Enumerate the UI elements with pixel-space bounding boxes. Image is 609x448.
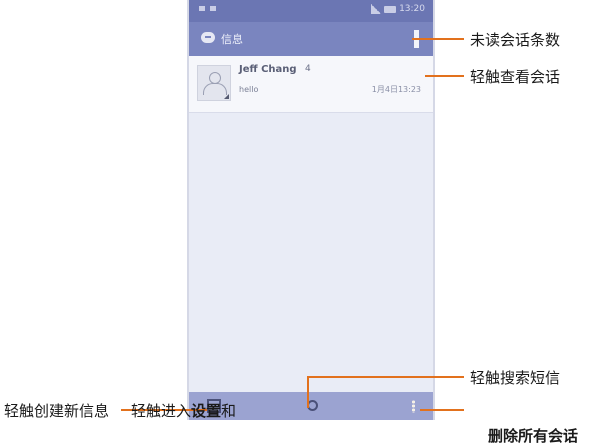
screenshot-stage: 13:20 信息 Jeff Chang 4 hello 1月4日13:23 未读… bbox=[0, 0, 609, 448]
messaging-app-icon bbox=[201, 32, 215, 43]
message-count: 4 bbox=[305, 64, 311, 74]
callout-delete-all: 删除所有会话 bbox=[488, 427, 579, 445]
callout-line-unread bbox=[412, 38, 464, 40]
app-title: 信息 bbox=[221, 33, 243, 46]
message-timestamp: 1月4日13:23 bbox=[371, 85, 421, 94]
action-bar: 信息 bbox=[189, 22, 433, 56]
contact-name: Jeff Chang bbox=[239, 64, 297, 75]
message-snippet: hello bbox=[239, 85, 259, 94]
conversation-row[interactable]: Jeff Chang 4 hello 1月4日13:23 bbox=[189, 56, 433, 113]
callout-tap-new: 轻触创建新信息 bbox=[4, 402, 110, 420]
callout-tap-settings: 轻触进入设置和 bbox=[131, 402, 237, 420]
battery-icon bbox=[384, 5, 397, 13]
signal-icon bbox=[371, 4, 382, 14]
status-time: 13:20 bbox=[399, 4, 425, 14]
callout-tap-search: 轻触搜索短信 bbox=[470, 369, 561, 387]
overflow-menu-icon[interactable] bbox=[412, 400, 415, 413]
notification-icon bbox=[210, 6, 216, 11]
callout-line-view bbox=[425, 75, 464, 77]
callout-unread-count: 未读会话条数 bbox=[470, 31, 561, 49]
callout-line-search-v bbox=[307, 376, 309, 408]
callout-tap-view: 轻触查看会话 bbox=[470, 68, 561, 86]
notification-icon bbox=[199, 6, 205, 11]
status-bar: 13:20 bbox=[189, 0, 433, 22]
callout-line-delete bbox=[420, 409, 464, 411]
callout-line-search-h bbox=[307, 376, 464, 378]
phone-screen: 13:20 信息 Jeff Chang 4 hello 1月4日13:23 bbox=[187, 0, 435, 420]
avatar[interactable] bbox=[197, 65, 231, 101]
